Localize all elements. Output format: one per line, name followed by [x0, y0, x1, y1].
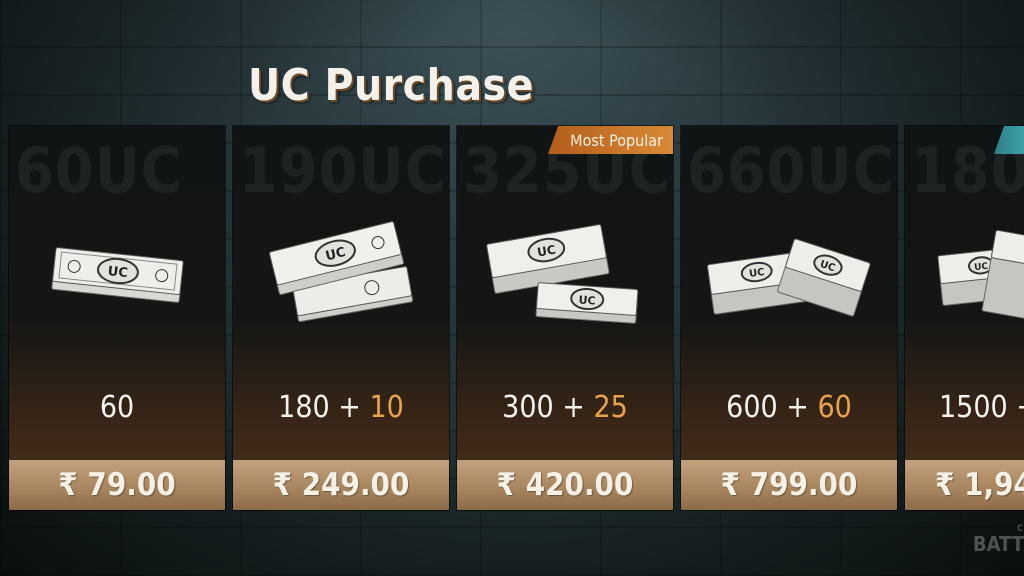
- buy-button-660[interactable]: ₹ 799.00: [681, 460, 897, 510]
- bonus-amount: 10: [369, 390, 404, 425]
- uc-amount: 300 + 25: [457, 390, 673, 425]
- base-amount: 60: [99, 390, 135, 425]
- uc-cash-stack-icon: UC: [937, 229, 1024, 320]
- svg-text:UC: UC: [107, 264, 129, 281]
- bonus-amount: 60: [817, 390, 852, 425]
- uc-pack-card-660[interactable]: 660UC UC UC 600 + 60 ₹ 799.00: [681, 126, 897, 510]
- buy-button-1800[interactable]: ₹ 1,94: [905, 460, 1024, 510]
- price-label: ₹ 1,94: [935, 467, 1024, 503]
- plus-sign: +: [562, 390, 585, 425]
- uc-cash-stack-icon: UC UC: [486, 224, 639, 324]
- plus-sign: +: [1016, 390, 1024, 425]
- card-ghost-label: 60UC: [15, 134, 183, 207]
- uc-amount: 180 + 10: [233, 390, 449, 425]
- plus-sign: +: [338, 390, 361, 425]
- base-amount: 1500: [939, 390, 1008, 425]
- buy-button-60[interactable]: ₹ 79.00: [9, 460, 225, 510]
- base-amount: 300: [502, 390, 554, 425]
- plus-sign: +: [786, 390, 809, 425]
- game-logo: C BATT: [972, 525, 1024, 556]
- bonus-amount: 25: [593, 390, 628, 425]
- uc-amount: 600 + 60: [681, 390, 897, 425]
- uc-pack-card-1800[interactable]: 1800UC UC 1500 + ₹ 1,94: [905, 126, 1024, 510]
- base-amount: 180: [278, 390, 330, 425]
- uc-pack-card-190[interactable]: 190UC UC 180 + 10 ₹ 249.00: [233, 126, 449, 510]
- uc-cash-stack-icon: UC: [269, 221, 414, 323]
- uc-pack-card-60[interactable]: 60UC UC 60 ₹ 79.00: [9, 126, 225, 510]
- uc-amount: 60: [9, 390, 225, 425]
- base-amount: 600: [726, 390, 778, 425]
- uc-cash-stack-icon: UC: [51, 247, 184, 303]
- card-ghost-label: 190UC: [239, 134, 447, 207]
- most-popular-badge: Most Popular: [548, 126, 673, 154]
- price-label: ₹ 249.00: [272, 467, 410, 503]
- price-label: ₹ 420.00: [496, 467, 634, 503]
- page-title: UC Purchase: [248, 60, 534, 111]
- uc-pack-card-325[interactable]: 325UC Most Popular UC UC 300 + 25 ₹ 420.…: [457, 126, 673, 510]
- svg-text:UC: UC: [749, 267, 766, 280]
- buy-button-190[interactable]: ₹ 249.00: [233, 460, 449, 510]
- price-label: ₹ 79.00: [58, 467, 176, 503]
- card-ghost-label: 660UC: [687, 134, 895, 207]
- price-label: ₹ 799.00: [720, 467, 858, 503]
- logo-bottom-text: BATT: [972, 532, 1024, 556]
- buy-button-325[interactable]: ₹ 420.00: [457, 460, 673, 510]
- uc-cash-stack-icon: UC UC: [706, 238, 871, 317]
- svg-text:UC: UC: [974, 262, 989, 273]
- svg-text:UC: UC: [578, 293, 596, 307]
- uc-amount: 1500 +: [939, 390, 1024, 425]
